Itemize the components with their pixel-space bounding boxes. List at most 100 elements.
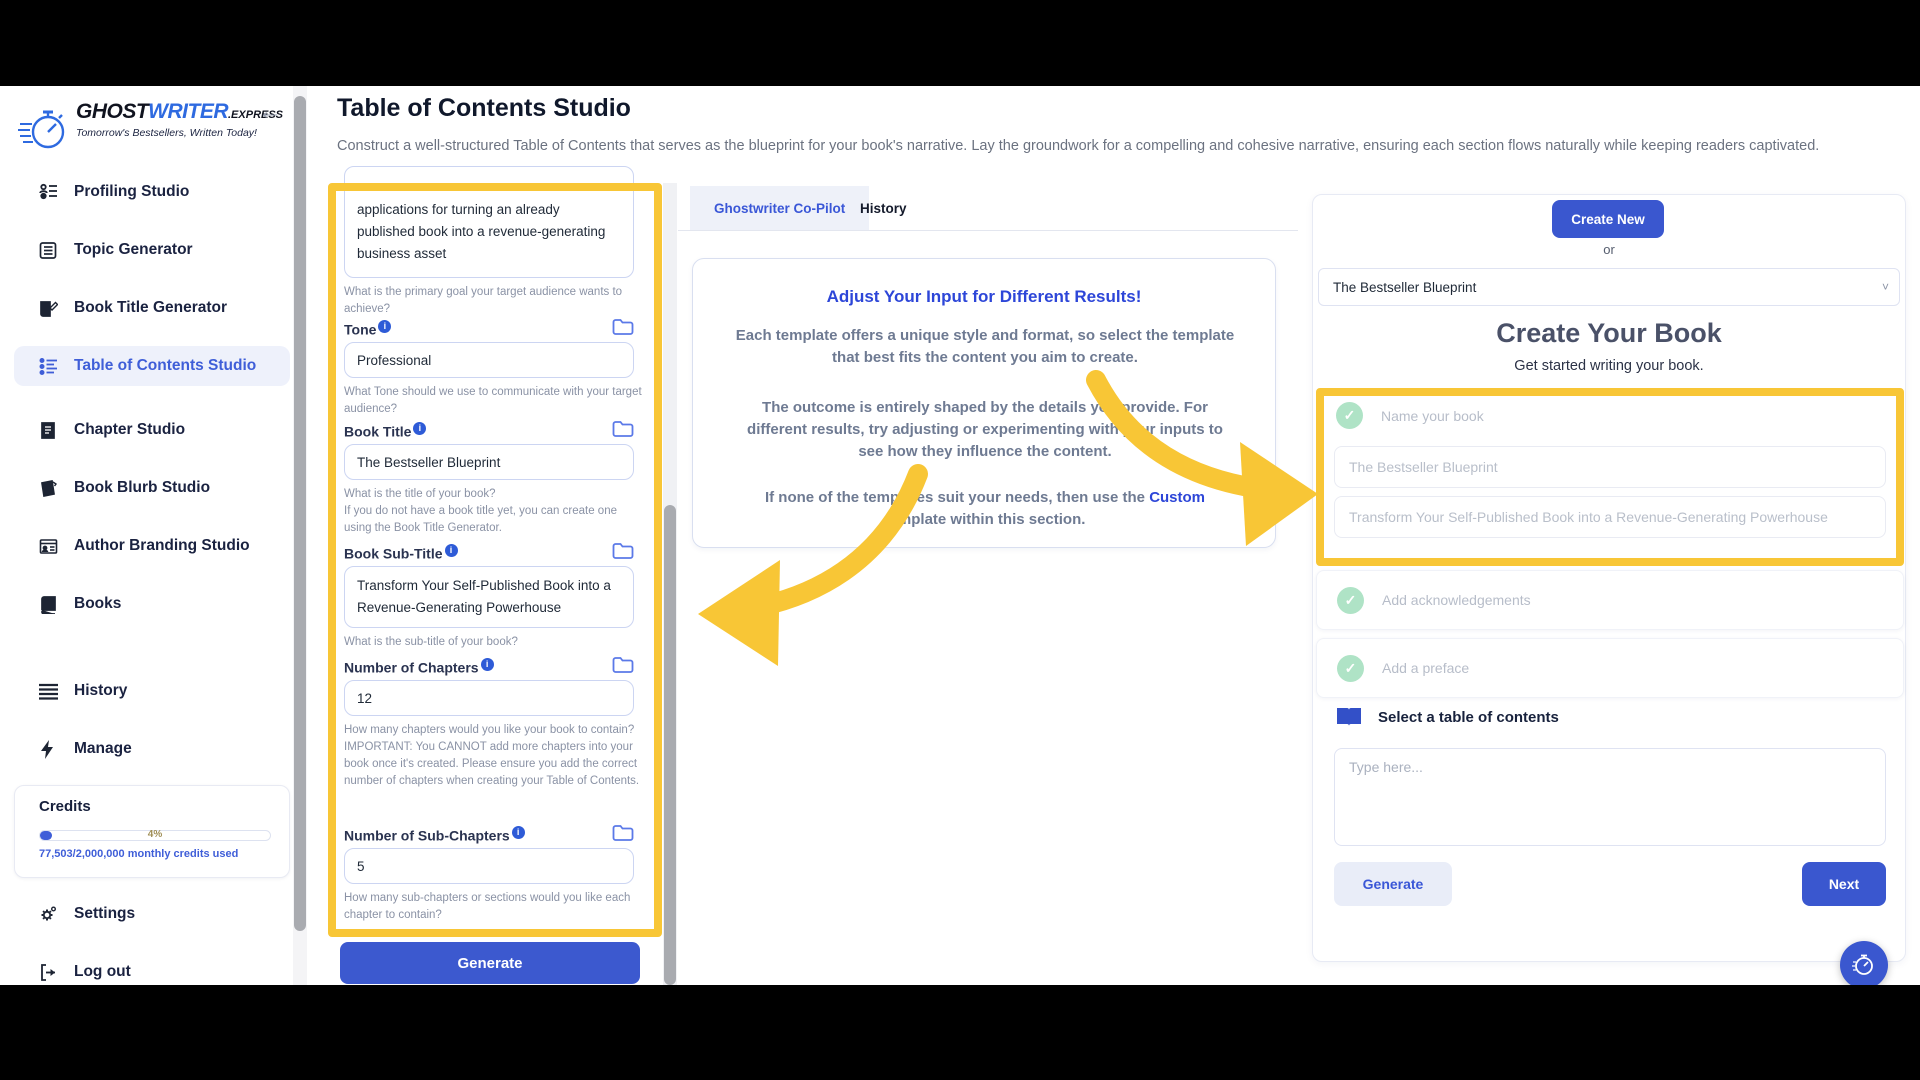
- sidebar-item-label: Table of Contents Studio: [74, 357, 256, 375]
- id-card-icon: [38, 536, 58, 556]
- add-preface-step[interactable]: ✓ Add a preface: [1316, 638, 1904, 698]
- blurb-icon: [38, 478, 58, 498]
- create-new-button[interactable]: Create New: [1552, 200, 1664, 238]
- app-window: GHOSTWRITER.EXPRESS Tomorrow's Bestselle…: [0, 86, 1920, 985]
- book-name-input[interactable]: [1334, 446, 1886, 488]
- logout-icon: [38, 962, 58, 982]
- folder-icon[interactable]: [612, 318, 634, 336]
- folder-icon[interactable]: [612, 542, 634, 560]
- form-scrollbar-thumb[interactable]: [664, 505, 676, 985]
- next-button[interactable]: Next: [1802, 862, 1886, 906]
- book-title-input[interactable]: [344, 444, 634, 480]
- step-label: Name your book: [1381, 408, 1484, 424]
- sidebar-item-label: Manage: [74, 740, 132, 758]
- sidebar-item-author-branding-studio[interactable]: Author Branding Studio: [14, 526, 290, 566]
- form-generate-button[interactable]: Generate: [340, 942, 640, 984]
- create-your-book-subtitle: Get started writing your book.: [1312, 358, 1906, 374]
- toc-generate-button[interactable]: Generate: [1334, 862, 1452, 906]
- copilot-card-title: Adjust Your Input for Different Results!: [693, 287, 1275, 307]
- copilot-card-paragraph: Each template offers a unique style and …: [733, 325, 1237, 369]
- field-label-number-of-chapters: Number of Chaptersi: [344, 658, 494, 676]
- blueprint-select-value: The Bestseller Blueprint: [1333, 280, 1476, 295]
- info-icon[interactable]: i: [481, 658, 494, 671]
- credits-percent: 4%: [40, 829, 270, 840]
- goal-help-text: What is the primary goal your target aud…: [344, 284, 646, 318]
- info-icon[interactable]: i: [413, 422, 426, 435]
- screen: GHOSTWRITER.EXPRESS Tomorrow's Bestselle…: [0, 0, 1920, 1080]
- sidebar-item-logout[interactable]: Log out: [14, 952, 290, 985]
- name-your-book-step: ✓ Name your book: [1336, 402, 1484, 429]
- sidebar-item-label: Settings: [74, 905, 135, 923]
- sidebar-scrollbar[interactable]: [293, 86, 307, 985]
- check-circle-icon: ✓: [1337, 655, 1364, 682]
- sidebar-item-table-of-contents-studio[interactable]: Table of Contents Studio: [14, 346, 290, 386]
- copilot-card-paragraph: If none of the templates suit your needs…: [733, 487, 1237, 531]
- book-subtitle-input[interactable]: [1334, 496, 1886, 538]
- tone-input[interactable]: [344, 342, 634, 378]
- number-of-sub-chapters-input[interactable]: [344, 848, 634, 884]
- credits-usage-text: 77,503/2,000,000 monthly credits used: [39, 848, 238, 860]
- sidebar-item-manage[interactable]: Manage: [14, 729, 290, 769]
- sidebar-item-label: Books: [74, 595, 121, 613]
- arrow-left-head: [698, 560, 780, 666]
- field-label-book-title: Book Titlei: [344, 422, 426, 440]
- add-acknowledgements-step[interactable]: ✓ Add acknowledgements: [1316, 570, 1904, 630]
- sidebar-collapse-icon[interactable]: ←: [258, 98, 282, 126]
- copilot-card-paragraph: The outcome is entirely shaped by the de…: [733, 397, 1237, 463]
- book-subtitle-textarea[interactable]: Transform Your Self-Published Book into …: [344, 566, 634, 628]
- page-title: Table of Contents Studio: [337, 94, 631, 123]
- sidebar-item-label: History: [74, 682, 127, 700]
- assistant-float-button[interactable]: [1840, 941, 1888, 985]
- info-icon[interactable]: i: [512, 826, 525, 839]
- folder-icon[interactable]: [612, 824, 634, 842]
- sidebar-item-books[interactable]: Books: [14, 584, 290, 624]
- number-of-chapters-input[interactable]: [344, 680, 634, 716]
- chapter-icon: [38, 420, 58, 440]
- info-icon[interactable]: i: [445, 544, 458, 557]
- sidebar: GHOSTWRITER.EXPRESS Tomorrow's Bestselle…: [0, 86, 293, 985]
- folder-icon[interactable]: [612, 656, 634, 674]
- sidebar-scrollbar-thumb[interactable]: [294, 96, 306, 931]
- check-circle-icon: ✓: [1336, 402, 1363, 429]
- number-of-chapters-help-text: How many chapters would you like your bo…: [344, 722, 646, 790]
- app-logo: GHOSTWRITER.EXPRESS Tomorrow's Bestselle…: [18, 100, 283, 156]
- folder-icon[interactable]: [612, 420, 634, 438]
- sidebar-item-profiling-studio[interactable]: Profiling Studio: [14, 172, 290, 212]
- stopwatch-icon: [1851, 952, 1877, 978]
- field-label-number-of-sub-chapters: Number of Sub-Chaptersi: [344, 826, 525, 844]
- credits-progress-bar: 4%: [39, 830, 271, 841]
- blueprint-select[interactable]: The Bestseller Blueprint ˅: [1318, 268, 1900, 306]
- field-label-tone: Tonei: [344, 320, 391, 338]
- stopwatch-logo-icon: [18, 100, 70, 156]
- form-scrollbar[interactable]: [663, 183, 677, 985]
- profiling-icon: [38, 182, 58, 202]
- history-list-icon: [38, 681, 58, 701]
- check-circle-icon: ✓: [1337, 587, 1364, 614]
- sidebar-item-book-title-generator[interactable]: Book Title Generator: [14, 288, 290, 328]
- sidebar-item-label: Profiling Studio: [74, 183, 189, 201]
- chevron-down-icon: ˅: [1882, 280, 1889, 294]
- select-toc-label: Select a table of contents: [1378, 709, 1559, 726]
- toc-textarea[interactable]: [1334, 748, 1886, 846]
- custom-template-link[interactable]: Custom: [1149, 489, 1205, 506]
- or-text: or: [1312, 242, 1906, 257]
- open-book-icon: [1336, 706, 1362, 728]
- sidebar-item-settings[interactable]: Settings: [14, 894, 290, 934]
- goal-textarea[interactable]: applications for turning an already publ…: [344, 166, 634, 278]
- sidebar-item-chapter-studio[interactable]: Chapter Studio: [14, 410, 290, 450]
- book-pencil-icon: [38, 298, 58, 318]
- sidebar-item-topic-generator[interactable]: Topic Generator: [14, 230, 290, 270]
- sidebar-item-history[interactable]: History: [14, 671, 290, 711]
- brand-tagline: Tomorrow's Bestsellers, Written Today!: [76, 127, 283, 139]
- tab-history[interactable]: History: [836, 186, 931, 231]
- lightning-icon: [38, 739, 58, 759]
- sidebar-item-label: Log out: [74, 963, 131, 981]
- step-label: Add acknowledgements: [1382, 592, 1531, 608]
- topic-icon: [38, 240, 58, 260]
- sidebar-item-label: Author Branding Studio: [74, 537, 250, 555]
- info-icon[interactable]: i: [378, 320, 391, 333]
- create-your-book-title: Create Your Book: [1312, 318, 1906, 349]
- book-title-help-text: What is the title of your book? If you d…: [344, 486, 646, 537]
- credits-title: Credits: [39, 798, 91, 815]
- sidebar-item-book-blurb-studio[interactable]: Book Blurb Studio: [14, 468, 290, 508]
